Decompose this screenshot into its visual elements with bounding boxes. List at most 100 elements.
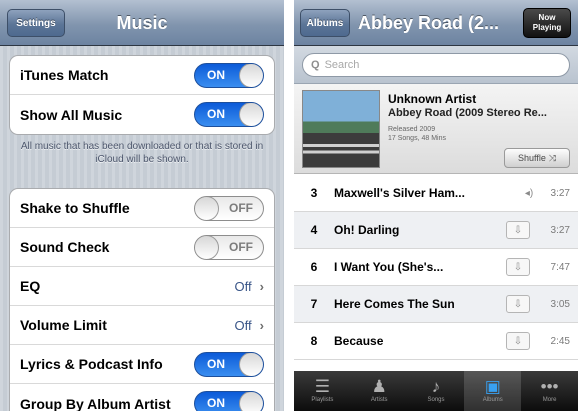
settings-music-panel: Settings Music iTunes Match ON Show All … <box>0 0 284 411</box>
search-placeholder: Search <box>324 59 360 71</box>
track-row[interactable]: 4 Oh! Darling ⇩ 3:27 <box>294 212 578 249</box>
cloud-download-icon[interactable]: ⇩ <box>506 295 530 313</box>
tab-songs[interactable]: ♪ Songs <box>408 371 465 411</box>
now-playing-button[interactable]: Now Playing <box>523 8 571 38</box>
setting-row-lyrics-podcast-info[interactable]: Lyrics & Podcast Info ON <box>10 345 274 384</box>
settings-group-playback: Shake to Shuffle OFF Sound Check OFF EQ … <box>9 188 275 411</box>
settings-group-icloud: iTunes Match ON Show All Music ON <box>9 55 275 135</box>
eq-value: Off <box>234 278 252 294</box>
volume-limit-value: Off <box>234 317 252 333</box>
search-input[interactable]: Q Search <box>302 53 570 77</box>
search-bar: Q Search <box>294 46 578 84</box>
album-artist: Unknown Artist <box>388 92 477 106</box>
setting-label: Shake to Shuffle <box>20 200 130 216</box>
page-title: Abbey Road (2... <box>358 12 500 33</box>
track-row[interactable]: 8 Because ⇩ 2:45 <box>294 323 578 360</box>
page-title: Music <box>116 12 168 33</box>
setting-value: Off › <box>235 279 264 294</box>
toggle-state: ON <box>207 67 225 82</box>
shuffle-button[interactable]: Shuffle ⤨ <box>504 148 570 168</box>
toggle-state: ON <box>207 356 225 371</box>
songs-icon: ♪ <box>431 376 441 396</box>
track-name: Because <box>334 334 384 348</box>
playlists-icon: ☰ <box>314 376 331 396</box>
track-number: 6 <box>310 260 318 274</box>
album-detail-panel: Albums Abbey Road (2... Now Playing Q Se… <box>294 0 578 411</box>
track-number: 7 <box>310 297 318 311</box>
track-duration: 3:27 <box>550 224 570 236</box>
sound-check-toggle[interactable]: OFF <box>194 234 264 260</box>
cloud-download-icon[interactable]: ⇩ <box>506 258 530 276</box>
toggle-state: ON <box>207 107 225 121</box>
toggle-knob <box>239 392 263 411</box>
tab-label: More <box>542 396 557 403</box>
show-all-music-footnote: All music that has been downloaded or th… <box>20 141 264 165</box>
album-cover-image <box>302 90 380 168</box>
setting-row-itunes-match[interactable]: iTunes Match ON <box>10 56 274 95</box>
setting-label: Show All Music <box>20 106 123 123</box>
track-list: 3 Maxwell's Silver Ham... ◂) 3:27 4 Oh! … <box>294 175 578 360</box>
track-row[interactable]: 7 Here Comes The Sun ⇩ 3:05 <box>294 286 578 323</box>
artists-icon: ♟ <box>371 376 387 396</box>
tab-more[interactable]: ••• More <box>521 371 578 411</box>
now-playing-line2: Playing <box>532 23 562 32</box>
track-duration: 7:47 <box>550 261 570 273</box>
track-number: 3 <box>310 186 318 200</box>
more-icon: ••• <box>540 376 559 396</box>
search-icon: Q <box>311 59 320 71</box>
track-duration: 3:05 <box>550 298 570 310</box>
track-row[interactable]: 6 I Want You (She's... ⇩ 7:47 <box>294 249 578 286</box>
show-all-music-toggle[interactable]: ON <box>194 102 264 127</box>
track-number: 4 <box>310 223 318 237</box>
setting-row-show-all-music[interactable]: Show All Music ON <box>10 95 274 134</box>
settings-navbar: Settings Music <box>0 0 284 46</box>
toggle-state: OFF <box>229 239 253 254</box>
track-name: Oh! Darling <box>334 223 400 237</box>
group-by-album-artist-toggle[interactable]: ON <box>194 391 264 411</box>
setting-row-group-by-album-artist[interactable]: Group By Album Artist ON <box>10 384 274 411</box>
track-number: 8 <box>310 334 318 348</box>
album-meta: Released 2009 17 Songs, 48 Mins <box>388 125 446 143</box>
toggle-state: ON <box>207 396 225 410</box>
album-header: Unknown Artist Abbey Road (2009 Stereo R… <box>294 84 578 174</box>
setting-label: Volume Limit <box>20 317 107 333</box>
setting-row-eq[interactable]: EQ Off › <box>10 267 274 306</box>
shuffle-icon: ⤨ <box>548 152 557 163</box>
shake-to-shuffle-toggle[interactable]: OFF <box>194 195 264 221</box>
setting-row-sound-check[interactable]: Sound Check OFF <box>10 228 274 267</box>
tab-bar: ☰ Playlists ♟ Artists ♪ Songs ▣ Albums •… <box>294 371 578 411</box>
cloud-download-icon[interactable]: ⇩ <box>506 332 530 350</box>
tab-artists[interactable]: ♟ Artists <box>351 371 408 411</box>
toggle-knob <box>239 63 263 87</box>
cloud-download-icon[interactable]: ⇩ <box>506 221 530 239</box>
tab-albums[interactable]: ▣ Albums <box>464 371 522 411</box>
setting-row-volume-limit[interactable]: Volume Limit Off › <box>10 306 274 345</box>
tab-label: Artists <box>370 396 388 403</box>
setting-label: Sound Check <box>20 239 110 255</box>
toggle-knob <box>239 103 263 126</box>
toggle-knob <box>195 235 219 259</box>
shuffle-label: Shuffle <box>517 153 546 163</box>
lyrics-podcast-info-toggle[interactable]: ON <box>194 351 264 377</box>
setting-label: EQ <box>20 278 41 294</box>
now-playing-line1: Now <box>538 13 556 22</box>
toggle-knob <box>239 352 263 376</box>
tab-playlists[interactable]: ☰ Playlists <box>294 371 351 411</box>
track-row[interactable]: 3 Maxwell's Silver Ham... ◂) 3:27 <box>294 175 578 212</box>
itunes-match-toggle[interactable]: ON <box>194 62 264 88</box>
tab-label: Songs <box>427 396 445 403</box>
setting-label: Group By Album Artist <box>20 395 171 411</box>
album-release: Released 2009 <box>388 126 436 133</box>
album-title: Abbey Road (2009 Stereo Re... <box>388 107 547 119</box>
chevron-right-icon: › <box>259 317 264 333</box>
track-name: Here Comes The Sun <box>334 297 455 311</box>
albums-back-button[interactable]: Albums <box>300 9 350 37</box>
albums-icon: ▣ <box>484 376 501 396</box>
setting-row-shake-to-shuffle[interactable]: Shake to Shuffle OFF <box>10 189 274 228</box>
toggle-state: OFF <box>229 200 253 215</box>
setting-value: Off › <box>235 318 264 333</box>
speaker-icon: ◂) <box>524 187 534 199</box>
setting-label: Lyrics & Podcast Info <box>20 356 163 372</box>
track-name: I Want You (She's... <box>334 260 444 274</box>
tab-label: Playlists <box>311 396 334 403</box>
